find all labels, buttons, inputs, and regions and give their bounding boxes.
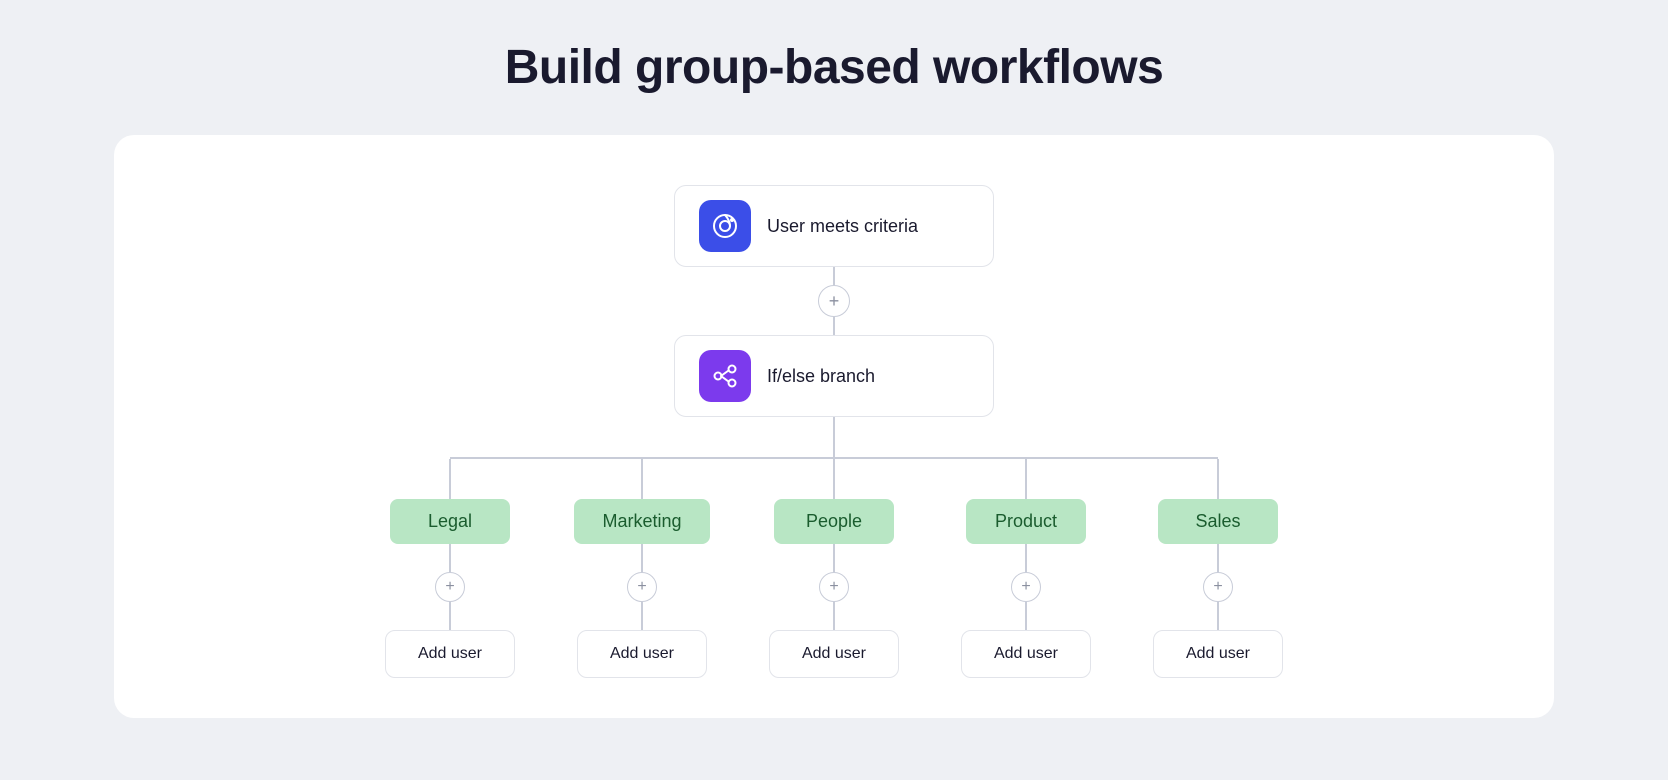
branch-sales: Sales + Add user xyxy=(1122,459,1314,678)
branch-people-v1 xyxy=(833,459,835,499)
branch-product-v3 xyxy=(1025,602,1027,630)
branch-legal-v1 xyxy=(449,459,451,499)
branch-marketing: Marketing + Add user xyxy=(546,459,738,678)
branch-tag-marketing[interactable]: Marketing xyxy=(574,499,709,544)
connector-line-top xyxy=(833,267,835,285)
page-title: Build group-based workflows xyxy=(114,40,1554,95)
add-user-sales[interactable]: Add user xyxy=(1153,630,1283,678)
add-user-people[interactable]: Add user xyxy=(769,630,899,678)
branch-marketing-v2 xyxy=(641,544,643,572)
branch-sales-v1 xyxy=(1217,459,1219,499)
branch-product-v2 xyxy=(1025,544,1027,572)
add-step-marketing[interactable]: + xyxy=(627,572,657,602)
branch-people-v3 xyxy=(833,602,835,630)
branch-people-v2 xyxy=(833,544,835,572)
add-step-product[interactable]: + xyxy=(1011,572,1041,602)
branch-tag-product[interactable]: Product xyxy=(966,499,1086,544)
branch-marketing-v3 xyxy=(641,602,643,630)
branch-container: Legal + Add user Marketing + Add user xyxy=(154,417,1514,678)
branch-node-label: If/else branch xyxy=(767,366,875,387)
branch-people: People + Add user xyxy=(738,459,930,678)
branch-icon xyxy=(699,350,751,402)
branch-tag-people[interactable]: People xyxy=(774,499,894,544)
branch-stem xyxy=(833,417,835,457)
branch-node[interactable]: If/else branch xyxy=(674,335,994,417)
trigger-node-label: User meets criteria xyxy=(767,216,918,237)
branches-row: Legal + Add user Marketing + Add user xyxy=(354,459,1314,678)
branch-sales-v2 xyxy=(1217,544,1219,572)
add-user-legal[interactable]: Add user xyxy=(385,630,515,678)
connector-line-bottom xyxy=(833,317,835,335)
add-step-people[interactable]: + xyxy=(819,572,849,602)
criteria-icon xyxy=(699,200,751,252)
workflow-card: User meets criteria + If/else branch xyxy=(114,135,1554,718)
branch-product: Product + Add user xyxy=(930,459,1122,678)
add-step-sales[interactable]: + xyxy=(1203,572,1233,602)
branch-tag-legal[interactable]: Legal xyxy=(390,499,510,544)
add-step-legal[interactable]: + xyxy=(435,572,465,602)
trigger-node[interactable]: User meets criteria xyxy=(674,185,994,267)
add-step-button-1[interactable]: + xyxy=(818,285,850,317)
branch-tag-sales[interactable]: Sales xyxy=(1158,499,1278,544)
branch-marketing-v1 xyxy=(641,459,643,499)
branch-legal-v3 xyxy=(449,602,451,630)
add-user-product[interactable]: Add user xyxy=(961,630,1091,678)
branch-legal-v2 xyxy=(449,544,451,572)
page-container: Build group-based workflows User meets c… xyxy=(114,40,1554,718)
branch-sales-v3 xyxy=(1217,602,1219,630)
connector-1: + xyxy=(818,267,850,335)
horizontal-bar xyxy=(450,457,1218,459)
add-user-marketing[interactable]: Add user xyxy=(577,630,707,678)
branch-product-v1 xyxy=(1025,459,1027,499)
branch-legal: Legal + Add user xyxy=(354,459,546,678)
horizontal-divider xyxy=(354,457,1314,459)
